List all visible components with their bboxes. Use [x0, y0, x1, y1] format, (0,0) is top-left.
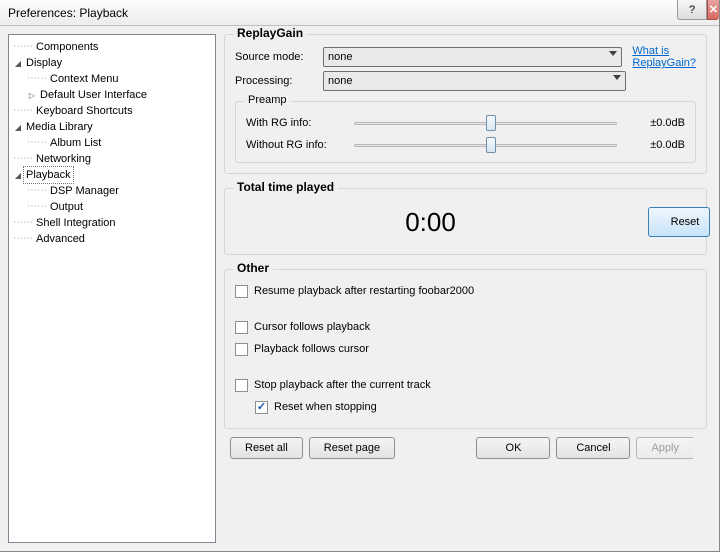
tree-item-playback[interactable]: Playback [13, 167, 215, 183]
source-mode-label: Source mode: [235, 51, 323, 63]
help-icon: ? [689, 4, 695, 16]
tree-item-album-list[interactable]: ⋯⋯ Album List [13, 135, 215, 151]
button-bar: Reset all Reset page OK Cancel Apply [224, 433, 707, 471]
ok-button[interactable]: OK [476, 437, 550, 459]
reset-when-stopping-checkbox[interactable] [255, 401, 268, 414]
without-rg-slider[interactable] [354, 136, 617, 154]
other-legend: Other [233, 261, 273, 275]
source-mode-value: none [328, 51, 352, 63]
stop-after-checkbox[interactable] [235, 379, 248, 392]
processing-label: Processing: [235, 75, 323, 87]
tree-item-keyboard-shortcuts[interactable]: ⋯⋯ Keyboard Shortcuts [13, 103, 215, 119]
tree-item-context-menu[interactable]: ⋯⋯ Context Menu [13, 71, 215, 87]
close-button[interactable]: ✕ [707, 0, 719, 20]
preamp-legend: Preamp [244, 94, 291, 106]
with-rg-slider[interactable] [354, 114, 617, 132]
total-time-group: Total time played 0:00 Reset [224, 188, 707, 255]
titlebar: Preferences: Playback ? ✕ [0, 0, 719, 26]
reset-all-button[interactable]: Reset all [230, 437, 303, 459]
tree-item-display[interactable]: Display [13, 55, 215, 71]
expand-icon[interactable] [13, 119, 23, 136]
content-pane: ReplayGain Source mode: none What is Rep… [224, 34, 711, 543]
chevron-down-icon [609, 51, 617, 56]
without-rg-label: Without RG info: [246, 139, 346, 151]
processing-value: none [328, 75, 352, 87]
tree-item-dsp-manager[interactable]: ⋯⋯ DSP Manager [13, 183, 215, 199]
processing-combo[interactable]: none [323, 71, 626, 91]
preferences-window: Preferences: Playback ? ✕ ⋯⋯ Components … [0, 0, 720, 552]
total-time-legend: Total time played [233, 180, 338, 194]
cancel-button[interactable]: Cancel [556, 437, 630, 459]
reset-when-stopping-label: Reset when stopping [274, 401, 377, 413]
with-rg-value: ±0.0dB [625, 117, 685, 129]
stop-after-label: Stop playback after the current track [254, 379, 431, 391]
other-group: Other Resume playback after restarting f… [224, 269, 707, 429]
reset-page-button[interactable]: Reset page [309, 437, 395, 459]
chevron-down-icon [613, 75, 621, 80]
tree-item-advanced[interactable]: ⋯⋯ Advanced [13, 231, 215, 247]
replaygain-group: ReplayGain Source mode: none What is Rep… [224, 34, 707, 174]
with-rg-label: With RG info: [246, 117, 346, 129]
expand-icon[interactable] [13, 55, 23, 72]
tree-item-default-ui[interactable]: Default User Interface [13, 87, 215, 103]
tree-item-media-library[interactable]: Media Library [13, 119, 215, 135]
preamp-group: Preamp With RG info: ±0.0dB Without RG i… [235, 101, 696, 163]
apply-button[interactable]: Apply [636, 437, 693, 459]
tree-item-components[interactable]: ⋯⋯ Components [13, 39, 215, 55]
body: ⋯⋯ Components Display ⋯⋯ Context Menu De… [0, 26, 719, 551]
playback-follows-label: Playback follows cursor [254, 343, 369, 355]
help-button[interactable]: ? [677, 0, 707, 20]
cursor-follows-checkbox[interactable] [235, 321, 248, 334]
tree-item-shell-integration[interactable]: ⋯⋯ Shell Integration [13, 215, 215, 231]
tree-item-networking[interactable]: ⋯⋯ Networking [13, 151, 215, 167]
expand-icon[interactable] [13, 167, 23, 184]
replaygain-help-link[interactable]: What is ReplayGain? [632, 45, 696, 69]
close-icon: ✕ [709, 3, 718, 16]
nav-tree[interactable]: ⋯⋯ Components Display ⋯⋯ Context Menu De… [8, 34, 216, 543]
resume-label: Resume playback after restarting foobar2… [254, 285, 474, 297]
tree-item-output[interactable]: ⋯⋯ Output [13, 199, 215, 215]
playback-follows-checkbox[interactable] [235, 343, 248, 356]
cursor-follows-label: Cursor follows playback [254, 321, 370, 333]
source-mode-combo[interactable]: none [323, 47, 622, 67]
expand-icon[interactable] [27, 87, 37, 104]
total-time-value: 0:00 [405, 207, 456, 238]
resume-checkbox[interactable] [235, 285, 248, 298]
reset-time-button[interactable]: Reset [648, 207, 710, 237]
without-rg-value: ±0.0dB [625, 139, 685, 151]
replaygain-legend: ReplayGain [233, 26, 307, 40]
titlebar-buttons: ? ✕ [677, 0, 719, 20]
window-title: Preferences: Playback [0, 6, 128, 20]
